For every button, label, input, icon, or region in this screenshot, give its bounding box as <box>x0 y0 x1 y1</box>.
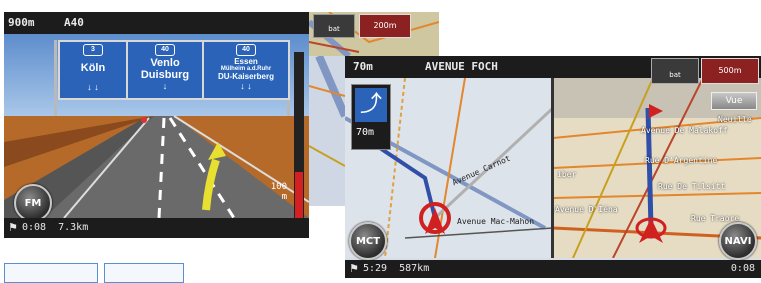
screen2-status-right: 0:08 <box>730 263 755 274</box>
lane-arrows: ↓ <box>162 81 168 91</box>
sign-city: Venlo <box>150 57 180 69</box>
street-label-argentine: Rue D'Argentine <box>645 156 718 165</box>
navi-button[interactable]: NAVI <box>719 222 757 260</box>
lane-arrows: ↓ ↓ <box>240 81 252 91</box>
map-navigation-screen: 70m AVENUE FOCH Avenue Carnot Avenue Mac… <box>345 56 761 278</box>
fm-button[interactable]: FM <box>14 184 52 222</box>
pane-divider <box>551 78 554 258</box>
screen1-status-text: 0:08 7.3km <box>22 222 89 233</box>
street-label-malakoff: Avenue De Malakoff <box>641 126 728 135</box>
sign-city: DU-Kaiserberg <box>217 72 274 81</box>
navi-button-label: NAVI <box>724 235 752 247</box>
exit-number-badge: 40 <box>236 44 256 56</box>
street-label-neuille: Neuille <box>718 115 752 124</box>
ticker-distance-box: 500m <box>701 58 759 84</box>
screen2-street-name: AVENUE FOCH <box>425 60 498 73</box>
screen2-distance: 70m <box>353 60 373 73</box>
bg-ticker-distance: 200m <box>373 21 397 30</box>
background-map-roads-lower <box>309 56 345 167</box>
street-label-iena: Avenue D'Iéna <box>555 205 618 214</box>
sign-city: Essen <box>234 57 258 66</box>
scale-unit: m <box>281 192 287 202</box>
turn-distance: 70m <box>356 127 375 138</box>
ticker-box: bat <box>651 58 699 84</box>
turn-instruction-box: ⤴ 70m <box>351 84 391 150</box>
screen1-distance: 900m <box>8 16 35 29</box>
sign-city: Köln <box>80 62 106 74</box>
background-map-strip: bat 200m <box>309 12 439 56</box>
exit-number-badge: 3 <box>83 44 103 56</box>
fm-button-label: FM <box>24 197 42 209</box>
vue-button-label: Vue <box>725 96 743 106</box>
screen1-road-name: A40 <box>64 16 84 29</box>
street-label-traore: Rue Traore <box>691 214 740 223</box>
turn-arrow-icon: ⤴ <box>355 88 387 122</box>
scale-value: 100 <box>270 182 287 192</box>
sign-city: Duisburg <box>140 69 190 81</box>
scale-indicator: 100 m <box>257 182 287 202</box>
ticker-distance: 500m <box>718 66 742 75</box>
street-label-mac-mahon: Avenue Mac-Mahon <box>457 217 535 226</box>
blank-tab-2[interactable] <box>104 263 184 283</box>
direction-sign-koln: 3 Köln ↓ ↓ <box>58 40 128 100</box>
bg-ticker-box: bat <box>313 14 355 38</box>
direction-sign-venlo: 40 Venlo Duisburg ↓ <box>126 40 204 100</box>
bg-ticker-label: bat <box>328 25 340 33</box>
screen2-status-text: 5:29 587km <box>363 263 430 274</box>
mct-button[interactable]: MCT <box>349 222 387 260</box>
distance-progress-bar <box>294 52 304 220</box>
exit-number-badge: 40 <box>155 44 175 56</box>
route-arrow-icon <box>202 142 226 211</box>
ticker-label: bat <box>669 71 681 79</box>
screen2-status-bar: ⚑ 5:29 587km 0:08 <box>345 260 761 278</box>
street-label-tilsitt: Rue De Tilsitt <box>658 182 726 191</box>
flag-icon: ⚑ <box>8 221 18 234</box>
blank-tab-1[interactable] <box>4 263 98 283</box>
street-label-iber: iber <box>557 170 577 179</box>
lane-arrows: ↓ ↓ <box>87 82 99 92</box>
mct-button-label: MCT <box>355 235 381 247</box>
vue-button[interactable]: Vue <box>711 92 757 110</box>
background-map-strip-lower <box>309 56 345 206</box>
direction-sign-essen: 40 Essen Mülheim a.d.Ruhr DU-Kaiserberg … <box>202 40 290 100</box>
distance-progress-fill <box>295 171 303 219</box>
lane-guidance-screen: 900m A40 3 Köln ↓ ↓ 40 Venlo Duisburg ↓ … <box>4 12 309 238</box>
screen1-top-bar: 900m A40 <box>4 12 309 34</box>
bg-ticker-distance-box: 200m <box>359 14 411 38</box>
screen1-status-bar: ⚑ 0:08 7.3km <box>4 218 309 238</box>
flag-icon: ⚑ <box>349 262 359 275</box>
